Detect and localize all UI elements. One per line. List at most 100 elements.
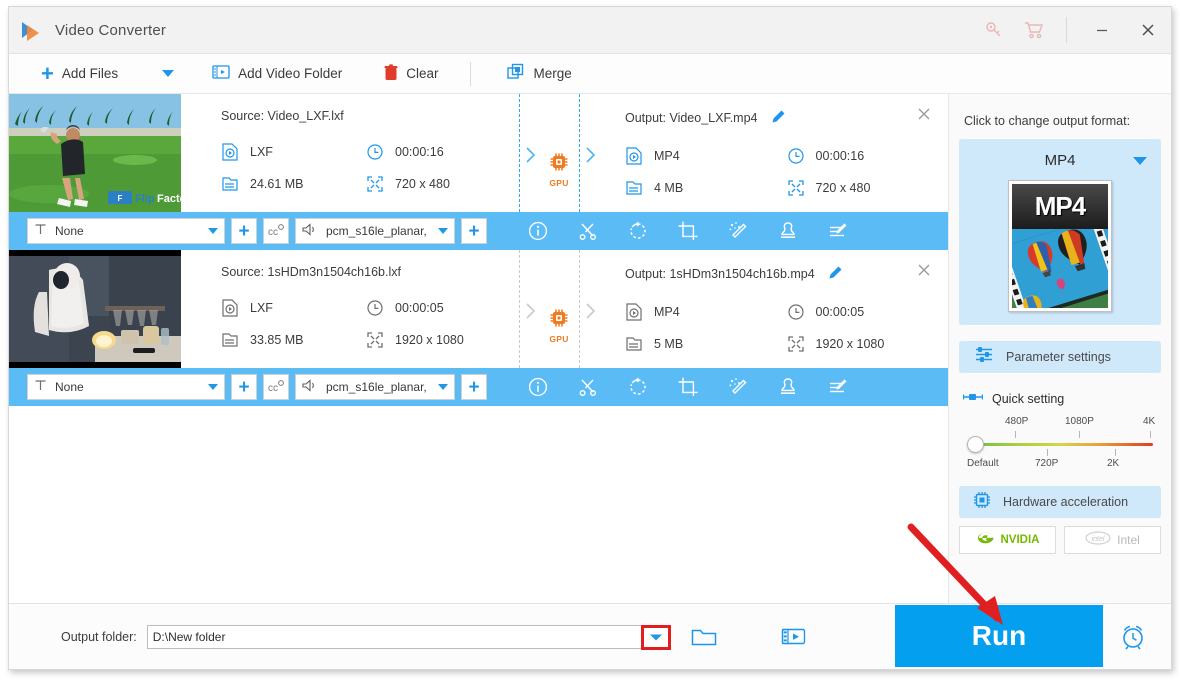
slider-knob[interactable] bbox=[967, 436, 984, 453]
effect-icon[interactable] bbox=[713, 372, 763, 402]
subtitle-select[interactable]: None bbox=[27, 218, 225, 244]
output-duration-value: 00:00:05 bbox=[815, 305, 865, 319]
subtitle-icon[interactable] bbox=[813, 372, 863, 402]
alarm-icon[interactable] bbox=[1119, 623, 1147, 656]
intel-label: Intel bbox=[1117, 533, 1140, 547]
edit-pencil-icon[interactable] bbox=[771, 110, 786, 127]
add-audio-button[interactable]: + bbox=[461, 374, 487, 400]
quality-slider[interactable]: 480P 1080P 4K Default 720P 2K bbox=[967, 416, 1155, 476]
watermark-icon[interactable] bbox=[763, 216, 813, 246]
chevron-down-icon[interactable] bbox=[1133, 157, 1147, 165]
file-size-icon bbox=[221, 175, 239, 193]
file-size-icon bbox=[625, 335, 643, 353]
cart-icon[interactable] bbox=[1014, 7, 1054, 53]
resolution-icon bbox=[366, 175, 384, 193]
crop-icon[interactable] bbox=[663, 372, 713, 402]
closed-caption-button[interactable]: cc bbox=[263, 374, 289, 400]
clear-label: Clear bbox=[406, 66, 439, 81]
chip-icon bbox=[973, 491, 991, 514]
add-subtitle-button[interactable]: + bbox=[231, 218, 257, 244]
info-icon[interactable] bbox=[513, 372, 563, 402]
quick-setting-icon bbox=[962, 390, 984, 408]
file-action-strip: None + cc pcm_s16le_planar, + bbox=[9, 212, 948, 250]
quick-setting-row[interactable]: Quick setting bbox=[962, 390, 1161, 408]
video-folder-icon bbox=[212, 64, 230, 83]
cut-icon[interactable] bbox=[563, 372, 613, 402]
add-video-folder-button[interactable]: Add Video Folder bbox=[204, 54, 350, 94]
source-resolution: 1920 x 1080 bbox=[366, 324, 511, 356]
source-duration: 00:00:05 bbox=[366, 292, 511, 324]
source-size: 24.61 MB bbox=[221, 168, 366, 200]
rotate-icon[interactable] bbox=[613, 216, 663, 246]
add-subtitle-button[interactable]: + bbox=[231, 374, 257, 400]
edit-pencil-icon[interactable] bbox=[828, 266, 843, 283]
slider-label-2k: 2K bbox=[1107, 458, 1120, 469]
file-row[interactable]: Source: 1sHDm3n1504ch16b.lxf LXF 00:00:0… bbox=[9, 250, 948, 406]
parameter-settings-button[interactable]: Parameter settings bbox=[959, 341, 1161, 373]
add-files-button[interactable]: + Add Files bbox=[33, 54, 126, 94]
output-folder-input[interactable] bbox=[146, 624, 643, 649]
cut-icon[interactable] bbox=[563, 216, 613, 246]
source-size-value: 33.85 MB bbox=[250, 333, 304, 347]
slider-label-720p: 720P bbox=[1035, 458, 1059, 469]
subtitle-select[interactable]: None bbox=[27, 374, 225, 400]
audio-select[interactable]: pcm_s16le_planar, bbox=[295, 218, 455, 244]
info-icon[interactable] bbox=[513, 216, 563, 246]
file-row[interactable]: F Flip Factory Source: Video_LXF.lxf bbox=[9, 94, 948, 250]
output-resolution: 720 x 480 bbox=[787, 172, 949, 204]
remove-file-button[interactable] bbox=[916, 262, 932, 278]
closed-caption-button[interactable]: cc bbox=[263, 218, 289, 244]
speaker-icon bbox=[302, 223, 318, 239]
output-filename-row: Output: 1sHDm3n1504ch16b.mp4 bbox=[625, 265, 948, 283]
audio-value: pcm_s16le_planar, bbox=[326, 224, 427, 238]
output-resolution-value: 720 x 480 bbox=[815, 181, 871, 195]
quick-setting-label: Quick setting bbox=[992, 392, 1065, 406]
output-duration-value: 00:00:16 bbox=[815, 149, 865, 163]
output-format-name: MP4 bbox=[1044, 151, 1076, 169]
subtitle-icon[interactable] bbox=[813, 216, 863, 246]
output-format: MP4 bbox=[625, 140, 787, 172]
source-format: LXF bbox=[221, 136, 366, 168]
clear-button[interactable]: Clear bbox=[376, 54, 446, 94]
sliders-icon bbox=[975, 346, 994, 368]
merge-button[interactable]: Merge bbox=[499, 54, 579, 94]
format-badge-label: MP4 bbox=[1034, 190, 1086, 221]
add-files-label: Add Files bbox=[61, 66, 119, 81]
key-icon[interactable] bbox=[974, 7, 1014, 53]
watermark-icon[interactable] bbox=[763, 372, 813, 402]
slider-label-480p: 480P bbox=[1005, 416, 1029, 427]
source-format-value: LXF bbox=[250, 145, 273, 159]
video-thumbnail[interactable] bbox=[9, 250, 181, 368]
app-title: Video Converter bbox=[55, 21, 167, 39]
open-video-folder-button[interactable] bbox=[767, 617, 821, 657]
source-format-value: LXF bbox=[250, 301, 273, 315]
slider-label-1080p: 1080P bbox=[1065, 416, 1094, 427]
merge-icon bbox=[507, 63, 525, 84]
svg-text:cc: cc bbox=[268, 383, 278, 394]
close-icon[interactable] bbox=[1125, 7, 1171, 53]
effect-icon[interactable] bbox=[713, 216, 763, 246]
output-folder-dropdown[interactable] bbox=[641, 625, 671, 650]
format-icon bbox=[221, 299, 239, 317]
output-format-selector[interactable]: MP4 MP4 bbox=[959, 139, 1161, 325]
main-toolbar: + Add Files Add Video Folder Clear Merge bbox=[9, 54, 1171, 94]
gpu-label: GPU bbox=[549, 178, 569, 188]
add-audio-button[interactable]: + bbox=[461, 218, 487, 244]
format-icon bbox=[625, 147, 643, 165]
gpu-badge: GPU bbox=[549, 308, 569, 344]
rotate-icon[interactable] bbox=[613, 372, 663, 402]
file-list: F Flip Factory Source: Video_LXF.lxf bbox=[9, 94, 949, 603]
intel-toggle[interactable]: intel Intel bbox=[1064, 526, 1161, 554]
audio-select[interactable]: pcm_s16le_planar, bbox=[295, 374, 455, 400]
crop-icon[interactable] bbox=[663, 216, 713, 246]
hardware-acceleration-button[interactable]: Hardware acceleration bbox=[959, 486, 1161, 518]
remove-file-button[interactable] bbox=[916, 106, 932, 122]
plus-icon: + bbox=[41, 60, 54, 86]
svg-text:intel: intel bbox=[1092, 536, 1105, 543]
minimize-icon[interactable] bbox=[1079, 7, 1125, 53]
video-thumbnail[interactable]: F Flip Factory bbox=[9, 94, 181, 212]
chevron-down-icon bbox=[208, 384, 218, 390]
parameter-settings-label: Parameter settings bbox=[1006, 350, 1111, 364]
browse-folder-button[interactable] bbox=[677, 617, 731, 657]
add-files-dropdown[interactable] bbox=[154, 54, 182, 94]
